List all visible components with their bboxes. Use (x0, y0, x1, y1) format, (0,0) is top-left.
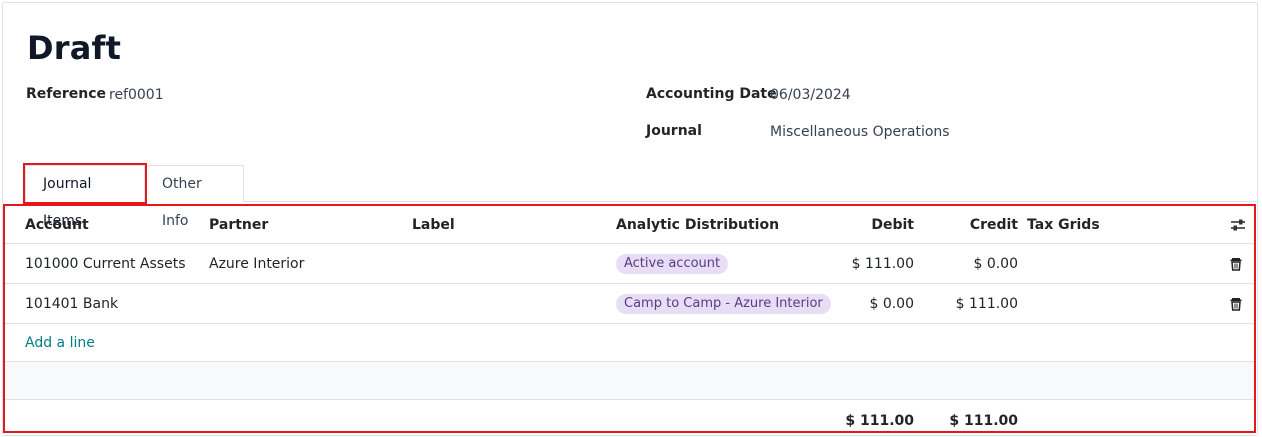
add-line-link[interactable]: Add a line (25, 324, 95, 361)
column-header-partner[interactable]: Partner (209, 206, 268, 243)
column-header-label[interactable]: Label (412, 206, 455, 243)
account-cell[interactable]: 101000 Current Assets (25, 244, 186, 283)
account-cell[interactable]: 101401 Bank (25, 284, 118, 323)
record-title: Draft (27, 29, 122, 67)
debit-cell[interactable]: $ 111.00 (815, 244, 914, 283)
totals-row: $ 111.00 $ 111.00 (5, 400, 1254, 430)
accounting-date-field[interactable]: 06/03/2024 (770, 87, 851, 103)
accounting-date-label: Accounting Date (646, 86, 777, 102)
empty-row (5, 362, 1254, 400)
credit-cell[interactable]: $ 111.00 (920, 284, 1018, 323)
journal-field[interactable]: Miscellaneous Operations (770, 124, 950, 140)
analytic-distribution-cell[interactable]: Active account (616, 244, 729, 283)
analytic-tag: Camp to Camp - Azure Interior (616, 293, 831, 314)
trash-icon[interactable] (1228, 244, 1244, 283)
debit-total: $ 111.00 (845, 413, 914, 429)
column-header-credit[interactable]: Credit (920, 206, 1018, 243)
reference-field[interactable]: ref0001 (109, 87, 164, 103)
credit-cell[interactable]: $ 0.00 (920, 244, 1018, 283)
reference-label: Reference (26, 86, 107, 102)
table-header: Account Partner Label Analytic Distribut… (5, 206, 1254, 244)
column-header-analytic-distribution[interactable]: Analytic Distribution (616, 206, 779, 243)
column-header-account[interactable]: Account (25, 206, 89, 243)
debit-cell[interactable]: $ 0.00 (815, 284, 914, 323)
tab-journal-items[interactable]: Journal Items (25, 165, 145, 229)
optional-columns-icon[interactable] (1230, 206, 1246, 243)
table-row[interactable]: 101000 Current Assets Azure Interior Act… (5, 244, 1254, 284)
tab-other-info[interactable]: Other Info (144, 165, 244, 229)
table-row[interactable]: 101401 Bank Camp to Camp - Azure Interio… (5, 284, 1254, 324)
partner-cell[interactable]: Azure Interior (209, 244, 304, 283)
credit-total: $ 111.00 (949, 413, 1018, 429)
add-line-row: Add a line (5, 324, 1254, 362)
column-header-tax-grids[interactable]: Tax Grids (1027, 206, 1100, 243)
journal-label: Journal (646, 123, 702, 139)
trash-icon[interactable] (1228, 284, 1244, 323)
analytic-distribution-cell[interactable]: Camp to Camp - Azure Interior (616, 284, 831, 323)
analytic-tag: Active account (616, 253, 729, 274)
column-header-debit[interactable]: Debit (815, 206, 914, 243)
